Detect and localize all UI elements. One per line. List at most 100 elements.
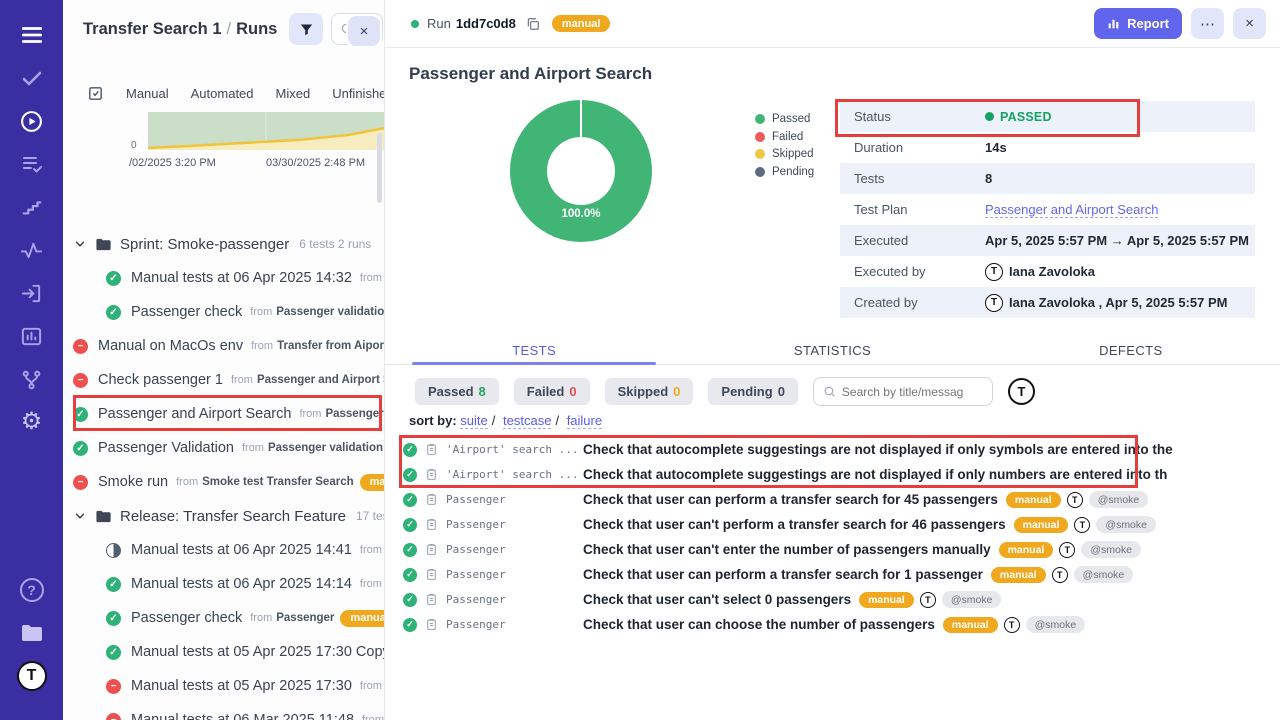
panel-scrollbar[interactable] [377, 133, 382, 203]
chip-failed[interactable]: Failed0 [514, 378, 590, 405]
tree-run-item[interactable]: ✓Manual tests at 06 Apr 2025 14:32fromPa… [63, 261, 385, 295]
info-row-executed-by: Executed byTIana Zavoloka [840, 256, 1255, 287]
tests-search[interactable] [813, 377, 993, 406]
branch-icon[interactable] [15, 362, 49, 396]
tree-from-target: Passenger [276, 612, 334, 624]
chip-label: Passed [428, 384, 474, 399]
tree-run-item[interactable]: ✓Passenger ValidationfromPassenger valid… [63, 431, 385, 465]
smoke-tag: @smoke [1081, 541, 1141, 558]
test-row[interactable]: ✓'Airport' search ...Check that autocomp… [403, 437, 1273, 462]
tree-from-word: from [176, 476, 198, 488]
info-row-duration: Duration14s [840, 132, 1255, 163]
select-all-icon[interactable] [87, 85, 104, 102]
test-row[interactable]: ✓PassengerCheck that user can perform a … [403, 562, 1273, 587]
menu-icon[interactable] [15, 18, 49, 52]
panel-tab-unfinished[interactable]: Unfinished [332, 86, 385, 101]
tree-run-item[interactable]: ✓Passenger checkfromPassenger validation… [63, 295, 385, 329]
chip-pending[interactable]: Pending0 [708, 378, 798, 405]
tree-run-item[interactable]: −Manual tests at 06 Mar 2025 11:48fromTr… [63, 703, 385, 720]
test-row[interactable]: ✓PassengerCheck that user can't perform … [403, 512, 1273, 537]
tests-list: ✓'Airport' search ...Check that autocomp… [403, 437, 1273, 637]
panel-close-button[interactable]: × [348, 16, 380, 46]
check-icon[interactable] [15, 61, 49, 95]
clipboard-icon [425, 567, 438, 582]
tree-run-item[interactable]: −Manual on MacOs envfromTransfer from Ai… [63, 329, 385, 363]
assignee-avatar-button[interactable]: T [1008, 378, 1035, 405]
tree-folder[interactable]: Sprint: Smoke-passenger6 tests 2 runs [63, 227, 385, 261]
test-row[interactable]: ✓PassengerCheck that user can perform a … [403, 487, 1273, 512]
tree-run-label: Check passenger 1 [98, 372, 223, 388]
chevron-down-icon[interactable] [73, 509, 89, 523]
manual-badge: manual [340, 610, 385, 627]
tab-statistics[interactable]: STATISTICS [683, 338, 981, 364]
tree-run-item[interactable]: −Smoke runfromSmoke test Transfer Search… [63, 465, 385, 499]
test-plan-link[interactable]: Passenger and Airport Search [985, 202, 1158, 218]
tree-run-item[interactable]: ✓Passenger and Airport SearchfromPasseng… [63, 397, 385, 431]
tree-run-item[interactable]: ✓Manual tests at 06 Apr 2025 14:14fromPa… [63, 567, 385, 601]
app-logo[interactable]: T [15, 659, 49, 693]
filter-button[interactable] [289, 13, 323, 45]
play-circle-icon[interactable] [15, 104, 49, 138]
test-row[interactable]: ✓PassengerCheck that user can't enter th… [403, 537, 1273, 562]
donut-legend: PassedFailedSkippedPending [755, 113, 814, 178]
help-icon[interactable]: ? [15, 573, 49, 607]
icon-rail: ⚙? T [0, 0, 63, 720]
steps-icon[interactable] [15, 190, 49, 224]
clipboard-icon [425, 492, 438, 507]
info-value: 8 [985, 171, 992, 186]
close-run-button[interactable]: × [1233, 8, 1266, 39]
sort-separator: / [488, 413, 500, 428]
tree-run-item[interactable]: Manual tests at 06 Apr 2025 14:41fromTra… [63, 533, 385, 567]
tree-run-label: Manual tests at 06 Apr 2025 14:41 [131, 542, 352, 558]
legend-item-pending: Pending [755, 166, 814, 178]
tree-from-word: from [362, 714, 384, 720]
passed-status-icon: ✓ [106, 271, 121, 286]
tree-run-item[interactable]: −Check passenger 1fromPassenger and Airp… [63, 363, 385, 397]
info-value: Passenger and Airport Search [985, 202, 1158, 218]
status-value: PASSED [1000, 110, 1052, 124]
runs-panel: Transfer Search 1/Runs × ManualAutomated… [63, 0, 385, 720]
sort-link-failure[interactable]: failure [567, 413, 602, 429]
smoke-tag: @smoke [1074, 566, 1134, 583]
test-row[interactable]: ✓'Airport' search ...Check that autocomp… [403, 462, 1273, 487]
test-title: Check that user can choose the number of… [583, 617, 935, 632]
folder-icon[interactable] [15, 616, 49, 650]
tree-run-item[interactable]: −Manual tests at 05 Apr 2025 17:30fromTr… [63, 669, 385, 703]
tree-run-label: Passenger check [131, 610, 242, 626]
panel-tab-automated[interactable]: Automated [191, 86, 254, 101]
tree-run-item[interactable]: ✓Passenger checkfromPassengermanual6 [63, 601, 385, 635]
chip-passed[interactable]: Passed8 [415, 378, 499, 405]
more-button[interactable]: ⋯ [1191, 8, 1224, 39]
chip-skipped[interactable]: Skipped0 [605, 378, 694, 405]
tab-tests[interactable]: TESTS [385, 338, 683, 364]
activity-icon[interactable] [15, 233, 49, 267]
runs-tree: Sprint: Smoke-passenger6 tests 2 runs✓Ma… [63, 227, 385, 720]
chip-label: Failed [527, 384, 565, 399]
panel-tab-mixed[interactable]: Mixed [276, 86, 311, 101]
gear-icon[interactable]: ⚙ [15, 405, 49, 439]
sort-link-testcase[interactable]: testcase [503, 413, 551, 429]
results-donut-chart: 100.0% [510, 100, 652, 242]
sign-in-icon[interactable] [15, 276, 49, 310]
chart-tick-end: 03/30/2025 2:48 PM [266, 157, 365, 169]
test-title: Check that user can't enter the number o… [583, 542, 991, 557]
breadcrumb-project[interactable]: Transfer Search 1 [83, 20, 222, 38]
tree-run-item[interactable]: ✓Manual tests at 05 Apr 2025 17:30 Copyf… [63, 635, 385, 669]
report-button[interactable]: Report [1094, 8, 1182, 39]
bar-chart-icon[interactable] [15, 319, 49, 353]
passed-status-icon: ✓ [73, 407, 88, 422]
test-row[interactable]: ✓PassengerCheck that user can't select 0… [403, 587, 1273, 612]
list-check-icon[interactable] [15, 147, 49, 181]
copy-icon[interactable] [526, 17, 540, 31]
panel-tab-manual[interactable]: Manual [126, 86, 169, 101]
smoke-tag: @smoke [1089, 491, 1149, 508]
sort-link-suite[interactable]: suite [460, 413, 487, 429]
info-row-status: StatusPASSED [840, 101, 1255, 132]
test-row[interactable]: ✓PassengerCheck that user can choose the… [403, 612, 1273, 637]
test-title: Check that autocomplete suggestings are … [583, 442, 1173, 457]
chevron-down-icon[interactable] [73, 237, 89, 251]
passed-status-icon: ✓ [106, 611, 121, 626]
tab-defects[interactable]: DEFECTS [982, 338, 1280, 364]
tests-search-input[interactable] [842, 385, 977, 399]
tree-folder[interactable]: Release: Transfer Search Feature17 tests… [63, 499, 385, 533]
